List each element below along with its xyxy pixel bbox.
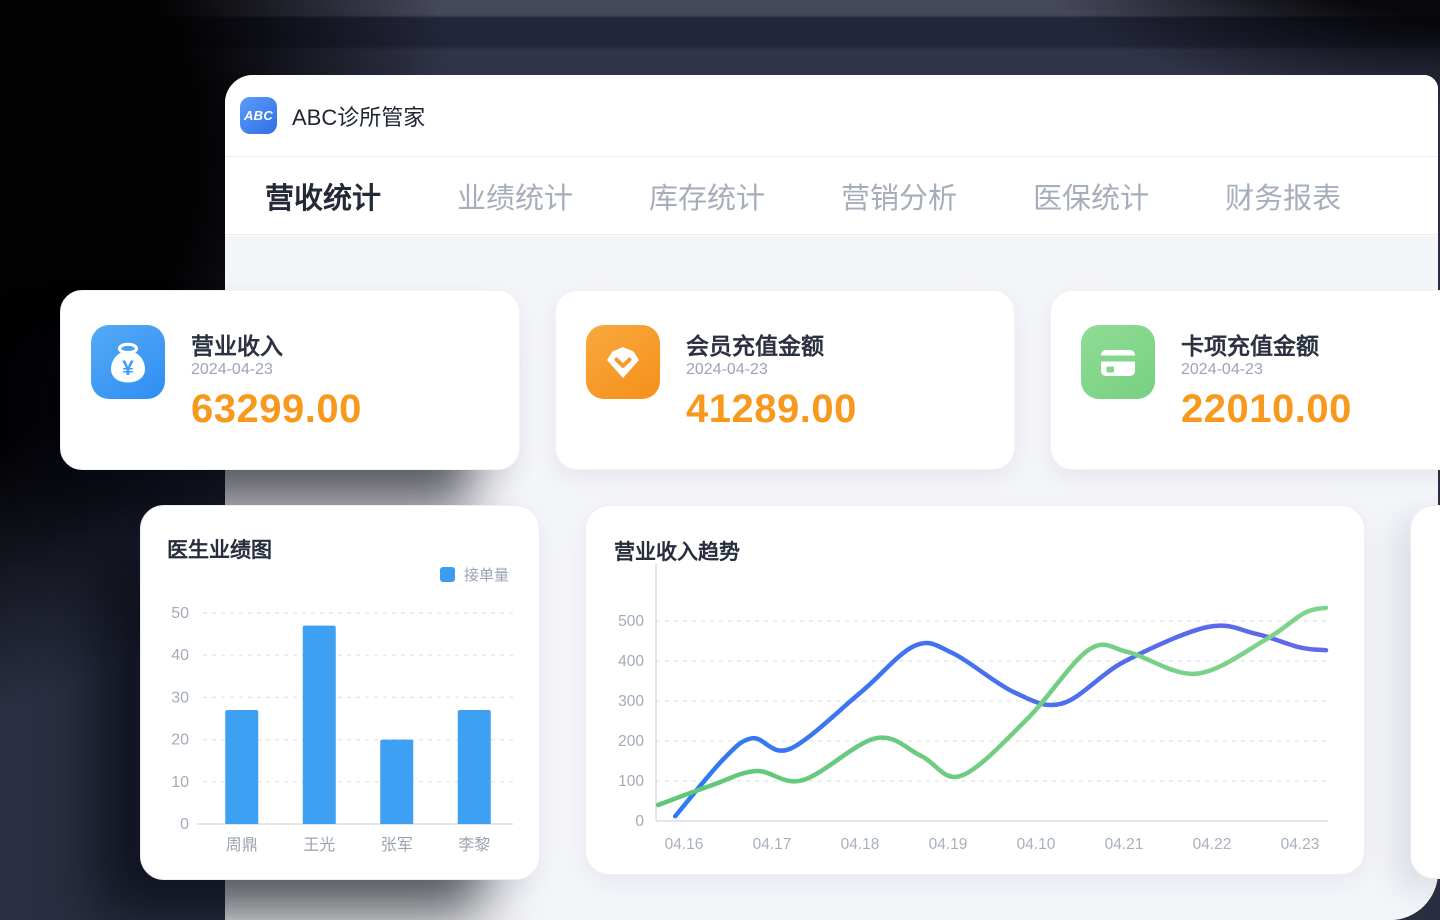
- svg-text:100: 100: [618, 773, 644, 790]
- svg-text:04.10: 04.10: [1017, 836, 1056, 853]
- stat-date: 2024-04-23: [1181, 361, 1263, 379]
- svg-text:李黎: 李黎: [458, 836, 490, 854]
- svg-text:¥: ¥: [122, 357, 134, 380]
- money-bag-icon: ¥: [91, 325, 165, 399]
- app-logo-text: ABC: [244, 108, 273, 123]
- stat-title: 卡项充值金额: [1181, 327, 1319, 361]
- stat-value: 63299.00: [191, 387, 362, 432]
- svg-text:周鼎: 周鼎: [226, 836, 258, 854]
- svg-text:04.21: 04.21: [1105, 836, 1144, 853]
- svg-text:20: 20: [171, 732, 189, 749]
- stat-date: 2024-04-23: [686, 361, 768, 379]
- stat-card-card-recharge: 卡项充值金额 2024-04-23 22010.00: [1050, 290, 1440, 470]
- tab-insurance-stats[interactable]: 医保统计: [1033, 175, 1149, 217]
- svg-text:张军: 张军: [381, 836, 413, 854]
- svg-text:500: 500: [618, 613, 644, 630]
- svg-text:04.17: 04.17: [753, 836, 792, 853]
- credit-card-icon: [1081, 325, 1155, 399]
- svg-text:04.23: 04.23: [1281, 836, 1320, 853]
- tab-inventory-stats[interactable]: 库存统计: [649, 175, 765, 217]
- svg-text:04.22: 04.22: [1193, 836, 1232, 853]
- svg-text:300: 300: [618, 693, 644, 710]
- tab-finance-report[interactable]: 财务报表: [1225, 175, 1341, 217]
- svg-text:04.19: 04.19: [929, 836, 968, 853]
- stat-title: 会员充值金额: [686, 327, 824, 361]
- stat-value: 41289.00: [686, 387, 857, 432]
- svg-text:0: 0: [635, 813, 644, 830]
- clipped-right-card: [1410, 505, 1440, 879]
- svg-text:0: 0: [180, 816, 189, 833]
- bar-chart-canvas: 0 10 20 30 40 50 周鼎 王光 张军 李黎: [141, 506, 541, 881]
- tab-marketing-analysis[interactable]: 营销分析: [841, 175, 957, 217]
- svg-text:40: 40: [171, 647, 189, 664]
- stat-title: 营业收入: [191, 327, 283, 361]
- svg-text:50: 50: [171, 605, 189, 622]
- line-chart-canvas: 0 100 200 300 400 500 04.16 04.17 04.18 04.19 04.1…: [586, 506, 1366, 876]
- svg-text:10: 10: [171, 774, 189, 791]
- stat-date: 2024-04-23: [191, 361, 273, 379]
- doctor-performance-chart-card: 医生业绩图 接单量 01020304050周鼎王光张军李黎: [140, 505, 540, 880]
- stat-card-revenue: ¥ 营业收入 2024-04-23 63299.00: [60, 290, 520, 470]
- tab-bar: 营收统计 业绩统计 库存统计 营销分析 医保统计 财务报表: [225, 157, 1438, 235]
- svg-text:30: 30: [171, 689, 189, 706]
- tab-revenue-stats[interactable]: 营收统计: [265, 175, 381, 217]
- svg-text:200: 200: [618, 733, 644, 750]
- screenshot-stage: ABC ABC诊所管家 营收统计 业绩统计 库存统计 营销分析 医保统计 财务报…: [0, 0, 1440, 920]
- member-gem-icon: [586, 325, 660, 399]
- stat-card-member-recharge: 会员充值金额 2024-04-23 41289.00: [555, 290, 1015, 470]
- revenue-trend-chart-card: 营业收入趋势 010020030040050004.1604.1704.1804…: [585, 505, 1365, 875]
- window-header: ABC ABC诊所管家: [225, 75, 1438, 157]
- app-logo-icon: ABC: [240, 97, 277, 134]
- svg-text:04.16: 04.16: [665, 836, 704, 853]
- stat-value: 22010.00: [1181, 387, 1352, 432]
- svg-text:04.18: 04.18: [841, 836, 880, 853]
- svg-text:王光: 王光: [303, 836, 335, 854]
- tab-performance-stats[interactable]: 业绩统计: [457, 175, 573, 217]
- svg-text:400: 400: [618, 653, 644, 670]
- app-title: ABC诊所管家: [292, 100, 425, 132]
